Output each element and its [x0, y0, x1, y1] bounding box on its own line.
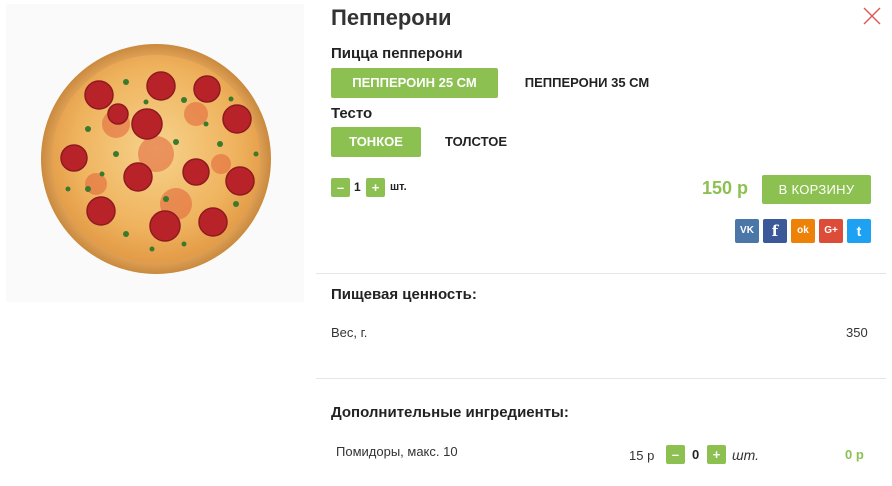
addon-sum: 0 р	[845, 447, 864, 462]
option-size-35[interactable]: ПЕППЕРОНИ 35 СМ	[508, 68, 666, 98]
quantity-increase-button[interactable]: +	[366, 178, 385, 197]
addon-decrease-button[interactable]: –	[666, 445, 685, 464]
addon-quantity-value: 0	[692, 447, 700, 462]
google-plus-icon[interactable]: G+	[819, 219, 843, 243]
nutrition-weight-label: Вес, г.	[331, 325, 368, 340]
nutrition-title: Пищевая ценность:	[331, 286, 477, 303]
product-image	[6, 4, 304, 302]
quantity-value: 1	[354, 180, 361, 194]
addon-unit: шт.	[732, 447, 760, 463]
nutrition-weight-value: 350	[846, 325, 868, 340]
odnoklassniki-icon[interactable]: ok	[791, 219, 815, 243]
vk-icon[interactable]: VK	[735, 219, 759, 243]
option-group-dough-label: Тесто	[331, 105, 373, 122]
option-dough-thick[interactable]: ТОЛСТОЕ	[431, 127, 521, 157]
addons-title: Дополнительные ингредиенты:	[331, 404, 569, 421]
divider	[316, 273, 886, 274]
close-button[interactable]	[862, 6, 882, 26]
close-icon	[863, 7, 881, 25]
addon-price: 15 р	[629, 448, 655, 463]
add-to-cart-button[interactable]: В КОРЗИНУ	[762, 175, 871, 204]
quantity-decrease-button[interactable]: –	[331, 178, 350, 197]
addon-label: Помидоры, макс. 10	[336, 444, 458, 459]
option-group-size-label: Пицца пепперони	[331, 45, 463, 62]
option-dough-thin[interactable]: ТОНКОЕ	[331, 127, 421, 157]
addon-increase-button[interactable]: +	[707, 445, 726, 464]
option-size-25[interactable]: ПЕППЕРОИН 25 СМ	[331, 68, 498, 98]
pizza-illustration	[41, 44, 271, 274]
product-price: 150 р	[702, 178, 749, 198]
product-title: Пепперони	[331, 5, 452, 30]
twitter-icon[interactable]: t	[847, 219, 871, 243]
facebook-icon[interactable]: f	[763, 219, 787, 243]
divider	[316, 378, 886, 379]
quantity-unit: шт.	[390, 181, 407, 193]
